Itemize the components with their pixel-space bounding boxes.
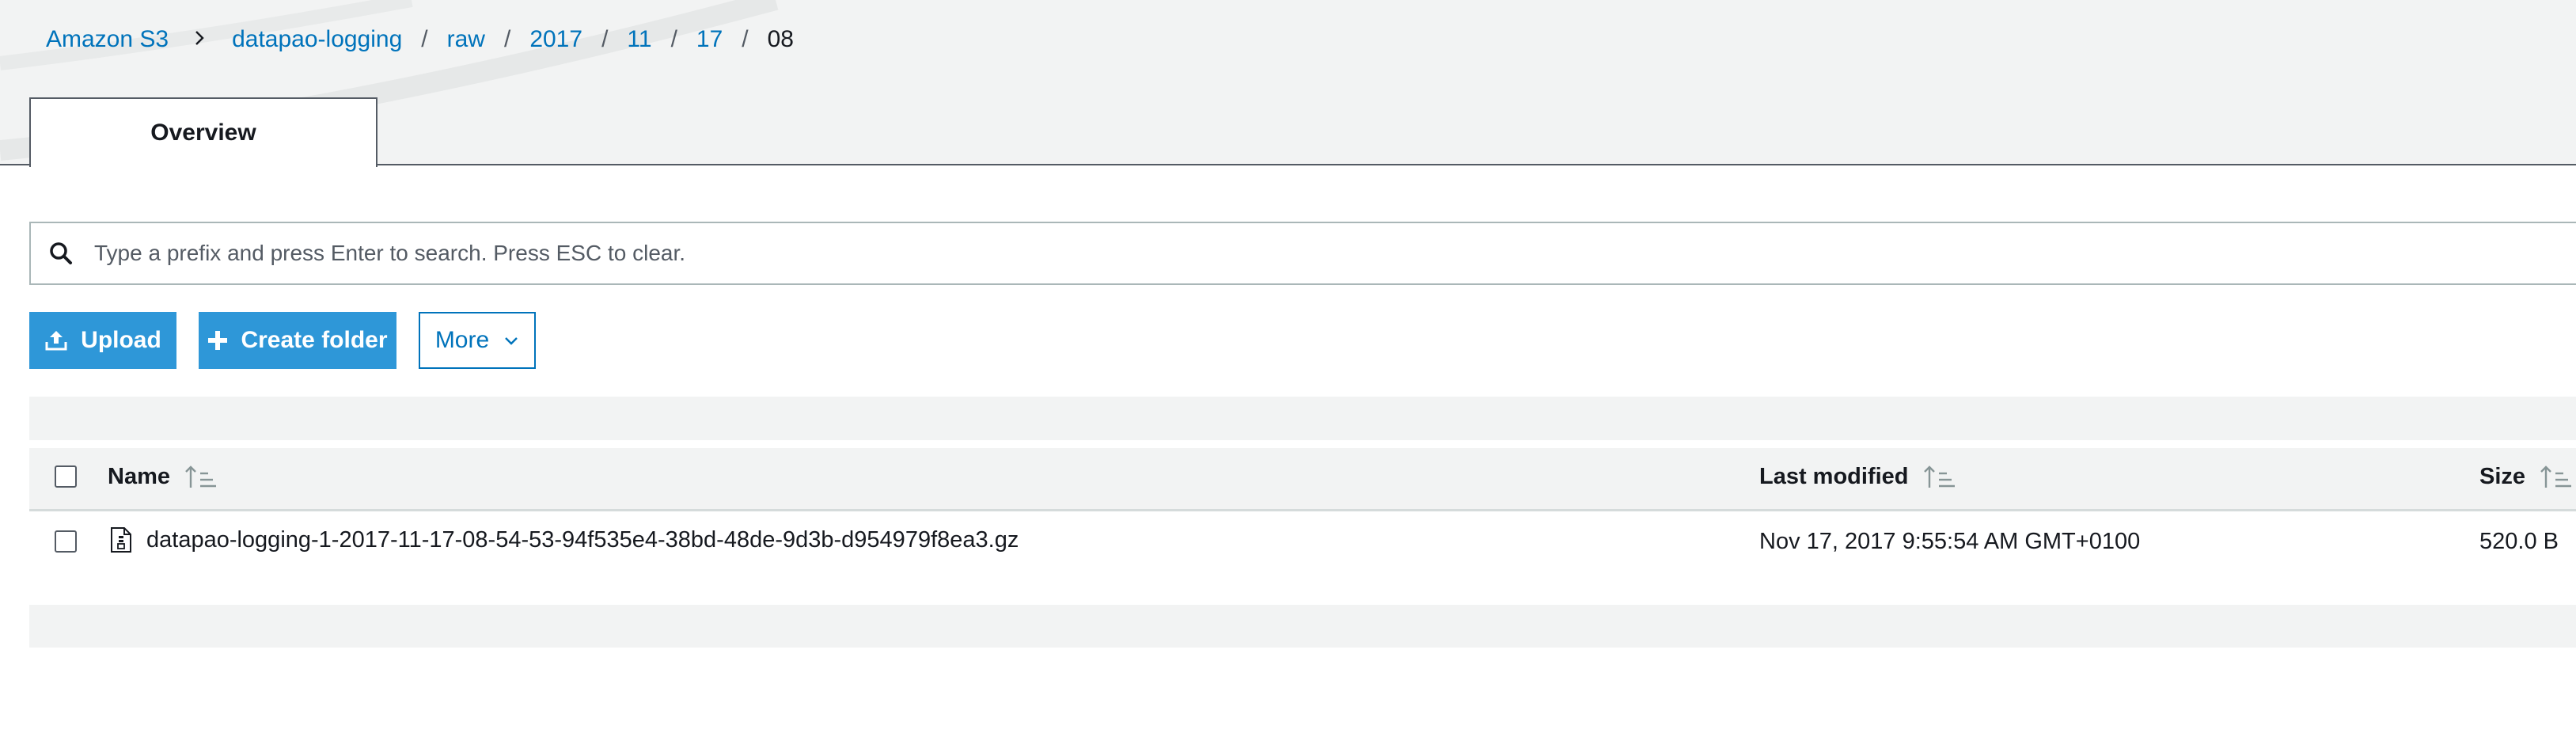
sort-icon: [2540, 464, 2573, 489]
breadcrumb-separator: /: [742, 26, 749, 52]
select-all-checkbox[interactable]: [55, 465, 77, 488]
column-header-name[interactable]: Name: [108, 461, 218, 492]
column-header-last-modified[interactable]: Last modified: [1759, 461, 1956, 492]
upload-icon: [44, 329, 68, 351]
file-icon: [110, 526, 132, 553]
breadcrumb: Amazon S3 datapao-logging / raw / 2017 /…: [46, 24, 794, 55]
plus-icon: [207, 330, 228, 351]
column-header-name-label: Name: [108, 463, 170, 489]
sort-icon: [184, 464, 218, 489]
breadcrumb-folder-month[interactable]: 11: [627, 24, 651, 55]
tab-overview-label: Overview: [150, 120, 256, 146]
breadcrumb-bucket[interactable]: datapao-logging: [232, 24, 402, 55]
file-last-modified: Nov 17, 2017 9:55:54 AM GMT+0100: [1759, 529, 2141, 554]
search-box[interactable]: [29, 222, 2576, 285]
table-row[interactable]: datapao-logging-1-2017-11-17-08-54-53-94…: [29, 511, 2576, 571]
column-header-size-label: Size: [2479, 463, 2526, 489]
breadcrumb-separator: /: [421, 26, 428, 52]
breadcrumb-separator: /: [601, 26, 609, 52]
breadcrumb-folder-day[interactable]: 17: [696, 24, 723, 55]
breadcrumb-separator: /: [503, 26, 511, 52]
row-checkbox[interactable]: [55, 530, 77, 553]
create-folder-button[interactable]: Create folder: [199, 312, 396, 369]
breadcrumb-current-folder: 08: [767, 26, 794, 52]
column-header-last-modified-label: Last modified: [1759, 463, 1909, 489]
table-footer-bar: [29, 605, 2576, 648]
breadcrumb-separator: /: [670, 26, 677, 52]
chevron-right-icon: [194, 24, 205, 55]
upload-button-label: Upload: [81, 327, 161, 353]
more-button[interactable]: More: [419, 312, 536, 369]
tab-overview[interactable]: Overview: [29, 97, 377, 167]
header-band: Amazon S3 datapao-logging / raw / 2017 /…: [0, 0, 2576, 165]
breadcrumb-amazon-s3[interactable]: Amazon S3: [46, 24, 169, 55]
table-header: Name Last modified Size: [29, 448, 2576, 511]
breadcrumb-folder-raw[interactable]: raw: [447, 24, 485, 55]
search-input[interactable]: [94, 230, 2576, 277]
upload-button[interactable]: Upload: [29, 312, 176, 369]
file-size: 520.0 B: [2479, 529, 2559, 554]
more-button-label: More: [434, 327, 490, 353]
breadcrumb-folder-year[interactable]: 2017: [529, 24, 582, 55]
file-name: datapao-logging-1-2017-11-17-08-54-53-94…: [146, 527, 1019, 553]
file-name-link[interactable]: datapao-logging-1-2017-11-17-08-54-53-94…: [110, 526, 1019, 554]
search-icon: [48, 241, 74, 266]
column-header-size[interactable]: Size: [2479, 461, 2573, 492]
create-folder-button-label: Create folder: [241, 327, 388, 353]
chevron-down-icon: [503, 335, 519, 346]
table-toolbar-bar: [29, 397, 2576, 440]
sort-icon: [1923, 464, 1956, 489]
